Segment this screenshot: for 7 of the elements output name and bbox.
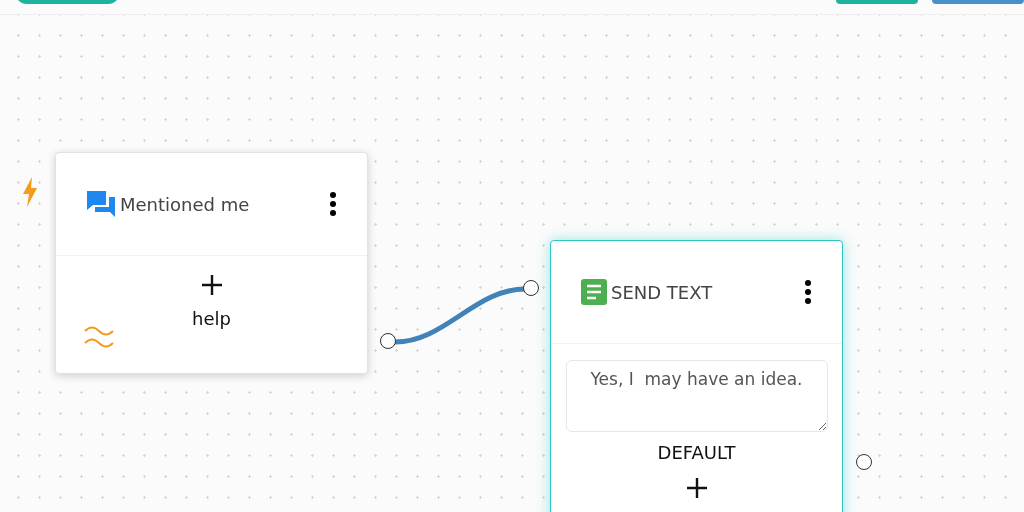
- action-label: help: [192, 308, 231, 329]
- node-title: Mentioned me: [120, 193, 251, 215]
- node-card[interactable]: Mentioned me help: [55, 152, 368, 374]
- node-card[interactable]: SEND TEXT Yes, I may have an idea. DEFAULT: [550, 240, 843, 512]
- node-title: SEND TEXT: [611, 281, 714, 303]
- message-field[interactable]: Yes, I may have an idea.: [565, 360, 828, 432]
- action-label: DEFAULT: [657, 442, 736, 463]
